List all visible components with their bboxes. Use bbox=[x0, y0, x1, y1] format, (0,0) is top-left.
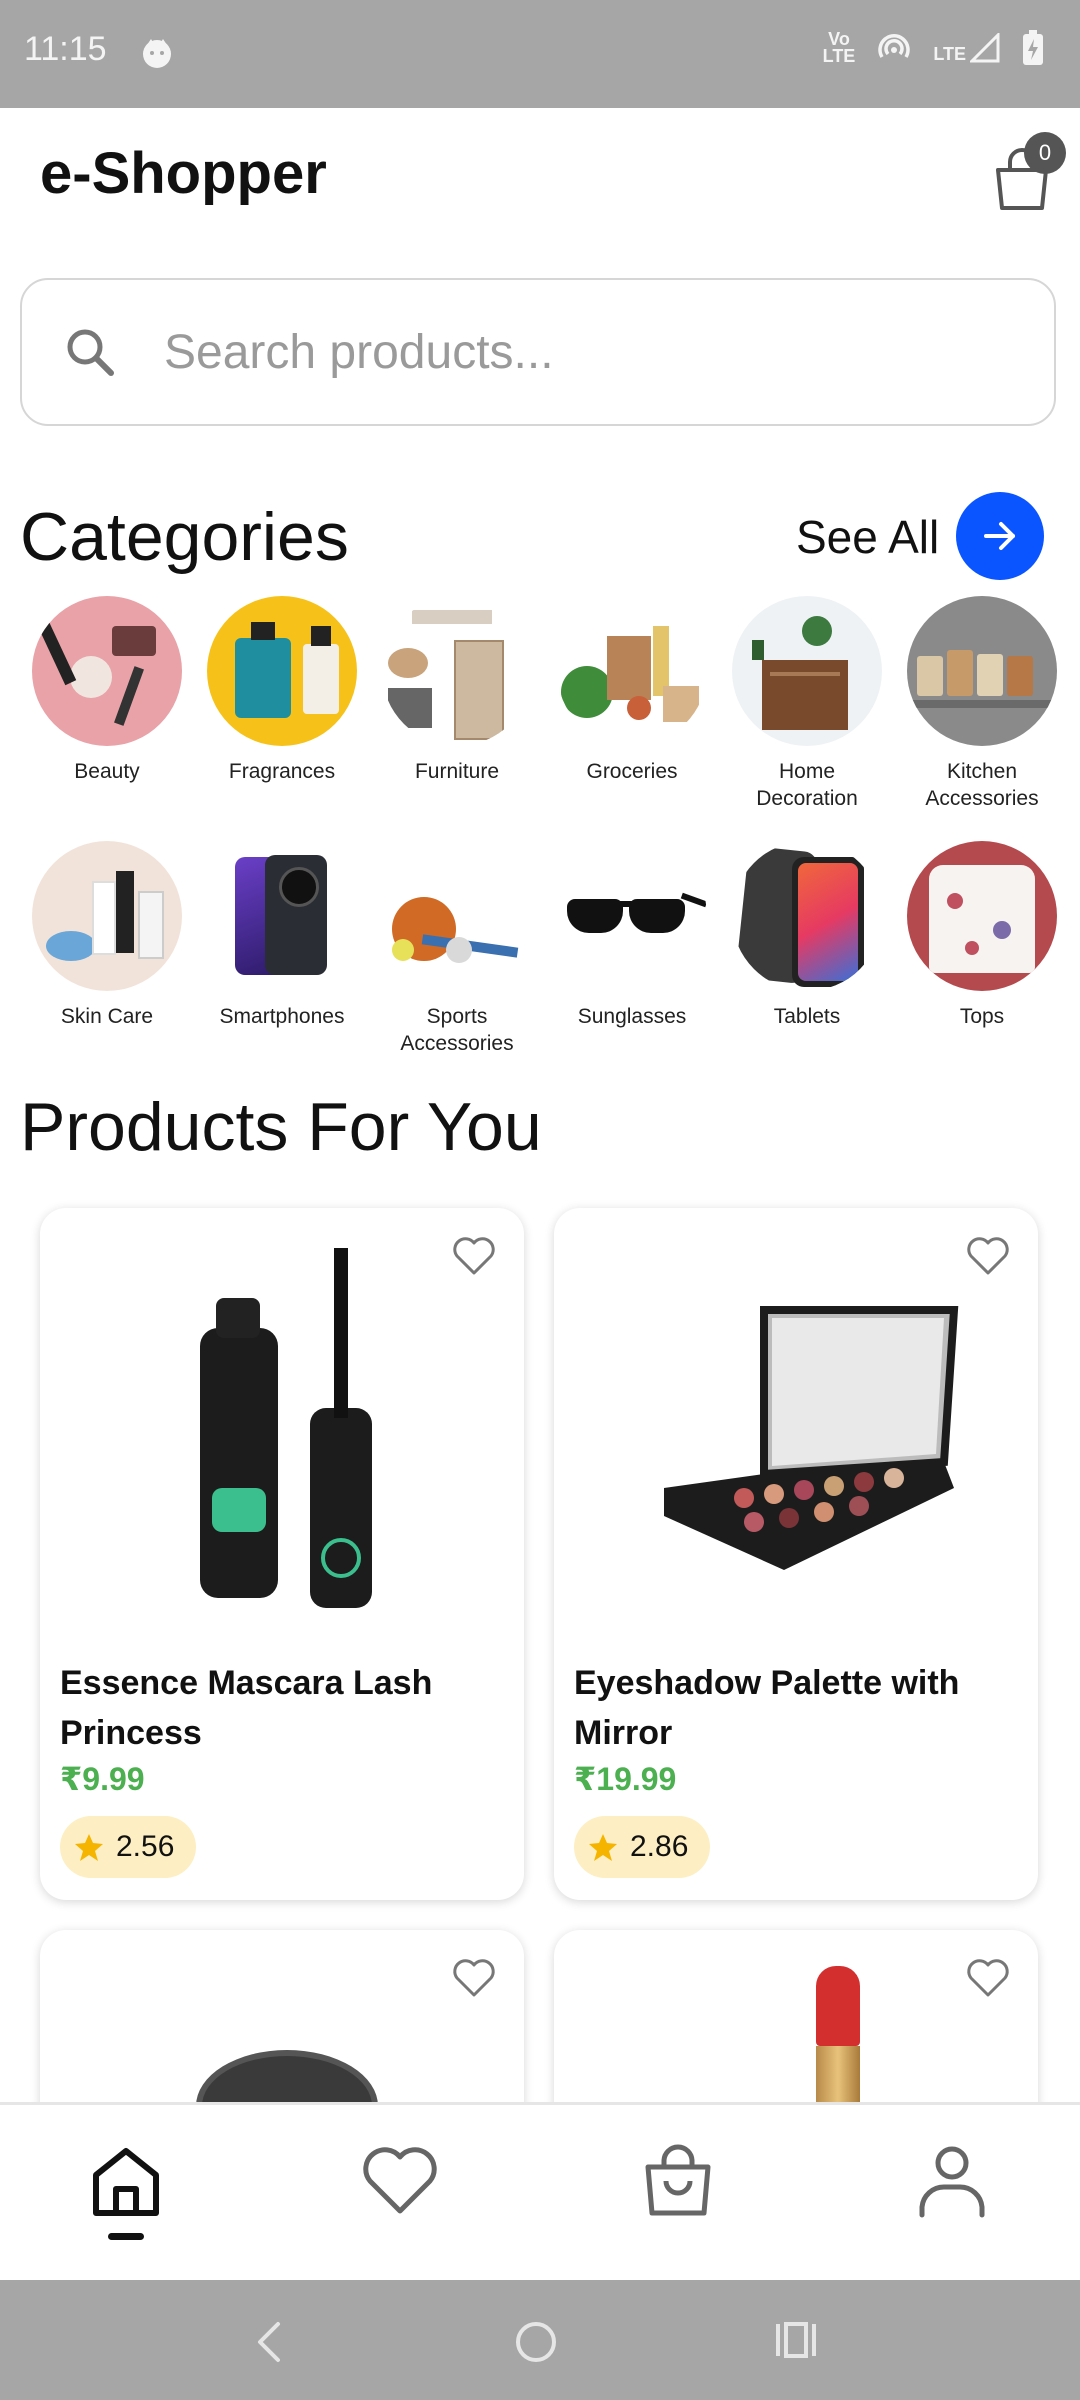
bag-icon[interactable] bbox=[638, 2141, 718, 2221]
category-fragrances[interactable]: Fragrances bbox=[202, 596, 362, 785]
volte-icon: Vo LTE bbox=[822, 29, 856, 66]
heart-icon[interactable] bbox=[966, 1236, 1010, 1276]
category-label: Sunglasses bbox=[577, 1005, 687, 1028]
recents-icon[interactable] bbox=[774, 2320, 818, 2360]
star-icon bbox=[75, 1834, 103, 1861]
category-sports-accessories[interactable]: Sports Accessories bbox=[377, 841, 537, 1057]
smartphones-image bbox=[207, 841, 357, 991]
groceries-image bbox=[557, 596, 707, 746]
category-tops[interactable]: Tops bbox=[902, 841, 1062, 1030]
search-bar[interactable] bbox=[20, 278, 1056, 426]
heart-icon[interactable] bbox=[360, 2141, 440, 2221]
product-name: Essence Mascara Lash Princess bbox=[60, 1664, 433, 1752]
product-card[interactable]: Eyeshadow Palette with Mirror ₹19.99 2.8… bbox=[554, 1208, 1038, 1900]
category-beauty[interactable]: Beauty bbox=[27, 596, 187, 785]
status-icons: Vo LTE LTE bbox=[823, 30, 1044, 66]
arrow-right-icon bbox=[984, 522, 1015, 550]
tops-image bbox=[907, 841, 1057, 991]
category-label: Furniture bbox=[414, 760, 500, 783]
categories-title: Categories bbox=[20, 499, 349, 575]
home-circle-icon[interactable] bbox=[514, 2320, 558, 2364]
profile-icon[interactable] bbox=[912, 2141, 992, 2221]
lte-signal-icon: LTE bbox=[933, 33, 1000, 63]
category-tablets[interactable]: Tablets bbox=[727, 841, 887, 1030]
search-input[interactable] bbox=[162, 323, 1026, 381]
rating-badge: 2.86 bbox=[574, 1816, 711, 1878]
category-label: Groceries bbox=[586, 760, 678, 783]
category-groceries[interactable]: Groceries bbox=[552, 596, 712, 785]
product-price: ₹9.99 bbox=[60, 1761, 145, 1797]
category-label: Fragrances bbox=[228, 760, 336, 783]
product-card[interactable]: Essence Mascara Lash Princess ₹9.99 2.56 bbox=[40, 1208, 524, 1900]
cat-notification-icon bbox=[143, 39, 171, 68]
category-label: Tops bbox=[959, 1005, 1005, 1028]
category-label: Tablets bbox=[773, 1005, 841, 1028]
product-image bbox=[664, 1306, 959, 1570]
category-furniture[interactable]: Furniture bbox=[377, 596, 537, 785]
category-label: Kitchen Accessories bbox=[925, 760, 1039, 810]
category-label: Skin Care bbox=[60, 1005, 154, 1028]
category-skin-care[interactable]: Skin Care bbox=[27, 841, 187, 1030]
skin-care-image bbox=[32, 841, 182, 991]
active-tab-indicator bbox=[108, 2233, 144, 2240]
tablets-image bbox=[732, 841, 882, 991]
battery-charging-icon bbox=[1023, 30, 1043, 65]
back-icon[interactable] bbox=[250, 2320, 290, 2364]
sunglasses-image bbox=[557, 841, 707, 991]
category-sunglasses[interactable]: Sunglasses bbox=[552, 841, 712, 1030]
see-all-link[interactable]: See All bbox=[796, 510, 939, 564]
rating-badge: 2.56 bbox=[60, 1816, 197, 1878]
fragrances-image bbox=[207, 596, 357, 746]
system-navigation-bar bbox=[0, 2280, 1080, 2400]
products-title: Products For You bbox=[20, 1089, 542, 1165]
category-kitchen-accessories[interactable]: Kitchen Accessories bbox=[902, 596, 1062, 812]
product-name: Eyeshadow Palette with Mirror bbox=[574, 1664, 960, 1752]
star-icon bbox=[589, 1834, 617, 1861]
cart-count-badge: 0 bbox=[1024, 132, 1066, 174]
product-price: ₹19.99 bbox=[574, 1761, 677, 1797]
see-all-button[interactable] bbox=[956, 492, 1044, 580]
product-card[interactable] bbox=[554, 1930, 1038, 2130]
search-icon bbox=[67, 329, 114, 376]
rating-value: 2.86 bbox=[630, 1830, 689, 1863]
lte-label: LTE bbox=[933, 44, 966, 64]
product-card[interactable] bbox=[40, 1930, 524, 2130]
heart-icon[interactable] bbox=[966, 1958, 1010, 1998]
product-image bbox=[200, 1248, 372, 1608]
kitchen-accessories-image bbox=[907, 596, 1057, 746]
rating-value: 2.56 bbox=[116, 1830, 175, 1863]
category-label: Beauty bbox=[74, 760, 140, 783]
beauty-image bbox=[32, 596, 182, 746]
hotspot-icon bbox=[878, 34, 911, 58]
app-title: e-Shopper bbox=[40, 141, 327, 206]
home-decoration-image bbox=[732, 596, 882, 746]
category-home-decoration[interactable]: Home Decoration bbox=[727, 596, 887, 812]
home-icon[interactable] bbox=[86, 2141, 166, 2221]
category-smartphones[interactable]: Smartphones bbox=[202, 841, 362, 1030]
category-label: Home Decoration bbox=[756, 760, 858, 810]
bottom-navigation bbox=[0, 2102, 1080, 2283]
category-label: Sports Accessories bbox=[400, 1005, 514, 1055]
status-bar: 11:15 Vo LTE LTE bbox=[0, 0, 1080, 108]
heart-icon[interactable] bbox=[452, 1236, 496, 1276]
furniture-image bbox=[382, 596, 532, 746]
category-label: Smartphones bbox=[219, 1005, 345, 1028]
status-time: 11:15 bbox=[24, 30, 107, 68]
sports-accessories-image bbox=[382, 841, 532, 991]
heart-icon[interactable] bbox=[452, 1958, 496, 1998]
